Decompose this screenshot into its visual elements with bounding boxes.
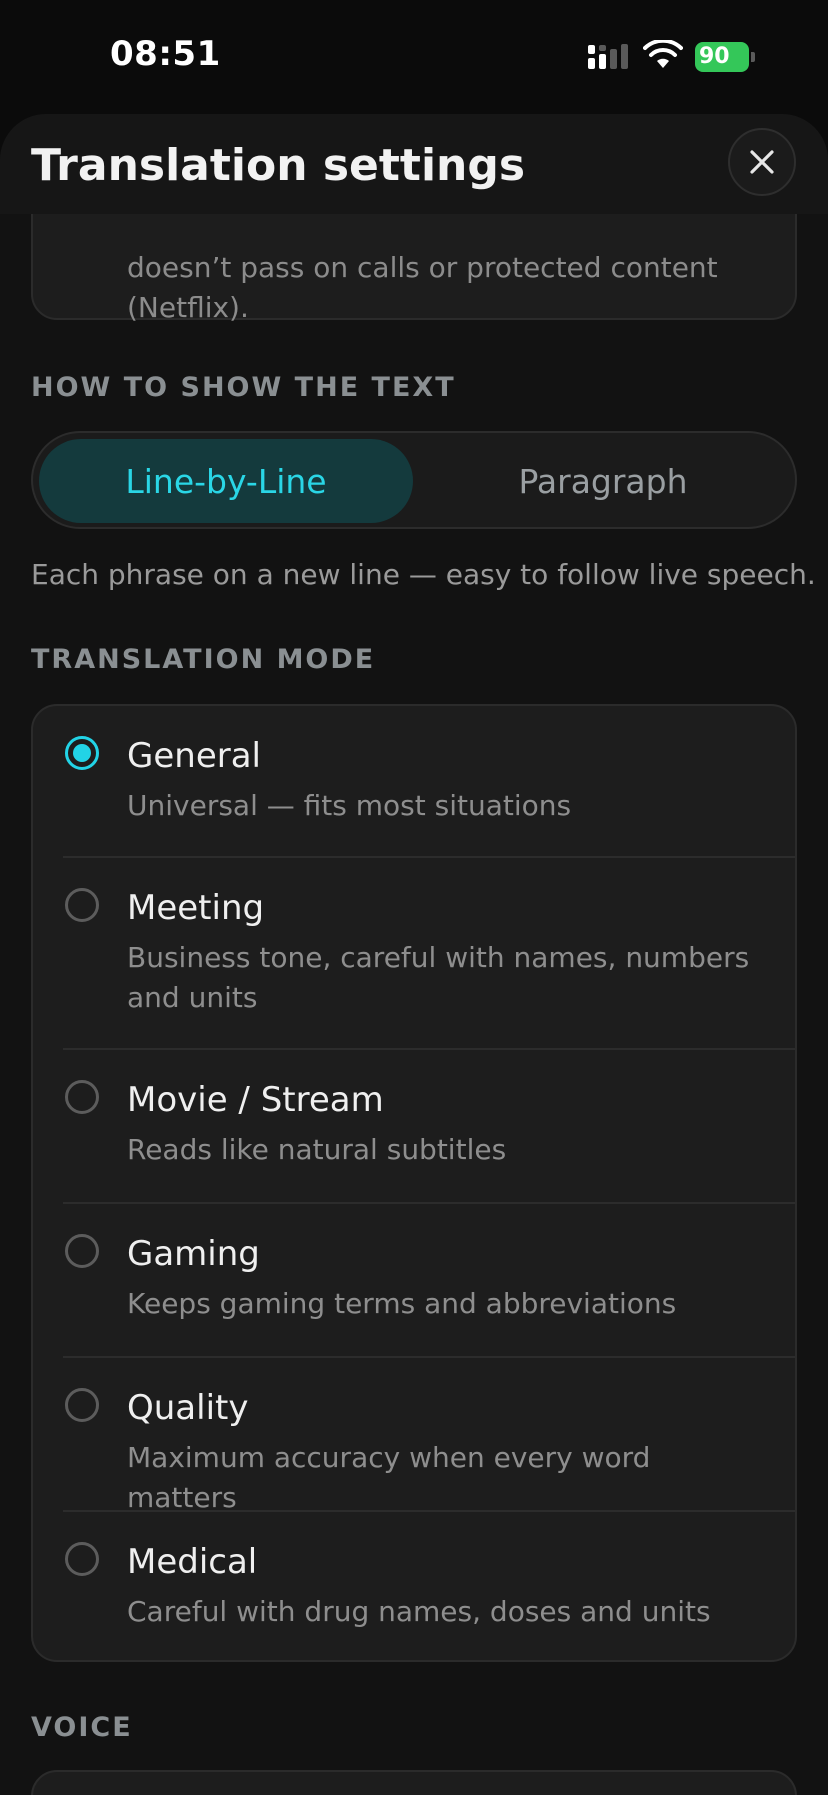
close-button[interactable] (728, 128, 796, 196)
voice-card[interactable] (31, 1770, 797, 1795)
sheet-header: Translation settings (0, 114, 828, 214)
mode-option-quality[interactable]: Quality Maximum accuracy when every word… (33, 1358, 795, 1514)
radio-icon[interactable] (65, 1234, 99, 1268)
battery-icon: 90 (695, 42, 755, 72)
mode-description: Reads like natural subtitles (127, 1133, 507, 1166)
mode-option-general[interactable]: General Universal — fits most situations (33, 706, 795, 858)
display-mode-hint: Each phrase on a new line — easy to foll… (31, 558, 816, 591)
close-icon (750, 150, 774, 174)
mode-option-medical[interactable]: Medical Careful with drug names, doses a… (33, 1512, 795, 1660)
radio-icon[interactable] (65, 1388, 99, 1422)
page-title: Translation settings (31, 140, 526, 191)
segment-paragraph[interactable]: Paragraph (417, 439, 789, 523)
status-bar: 08:51 90 (0, 0, 828, 110)
status-time: 08:51 (110, 34, 221, 74)
wifi-icon (643, 40, 683, 68)
mode-title: Quality (127, 1388, 249, 1428)
mode-title: Movie / Stream (127, 1080, 384, 1120)
mode-title: Meeting (127, 888, 265, 928)
mode-title: Gaming (127, 1234, 260, 1274)
battery-cap (751, 52, 755, 62)
section-label-display: HOW TO SHOW THE TEXT (31, 372, 456, 403)
section-label-voice: VOICE (31, 1712, 133, 1743)
translation-mode-list: General Universal — fits most situations… (31, 704, 797, 1662)
cellular-signal-icon (588, 44, 628, 69)
translation-settings-sheet: Translation settings doesn’t pass on cal… (0, 114, 828, 1795)
segment-line-by-line[interactable]: Line-by-Line (39, 439, 413, 523)
mode-description: Keeps gaming terms and abbreviations (127, 1287, 677, 1320)
mode-description: Careful with drug names, doses and units (127, 1595, 711, 1628)
mode-description: Business tone, careful with names, numbe… (127, 941, 750, 1014)
battery-level: 90 (699, 44, 730, 69)
radio-icon[interactable] (65, 888, 99, 922)
mode-option-gaming[interactable]: Gaming Keeps gaming terms and abbreviati… (33, 1204, 795, 1358)
mode-title: Medical (127, 1542, 258, 1582)
display-mode-segmented-control: Line-by-Line Paragraph (31, 431, 797, 529)
mode-option-meeting[interactable]: Meeting Business tone, careful with name… (33, 858, 795, 1050)
mode-title: General (127, 736, 261, 776)
mode-option-movie-stream[interactable]: Movie / Stream Reads like natural subtit… (33, 1050, 795, 1204)
radio-selected-icon[interactable] (65, 736, 99, 770)
radio-icon[interactable] (65, 1542, 99, 1576)
section-label-mode: TRANSLATION MODE (31, 644, 376, 675)
info-card-text: doesn’t pass on calls or protected conte… (127, 251, 718, 324)
mode-description: Maximum accuracy when every word matters (127, 1441, 651, 1514)
mode-description: Universal — fits most situations (127, 789, 572, 822)
radio-icon[interactable] (65, 1080, 99, 1114)
